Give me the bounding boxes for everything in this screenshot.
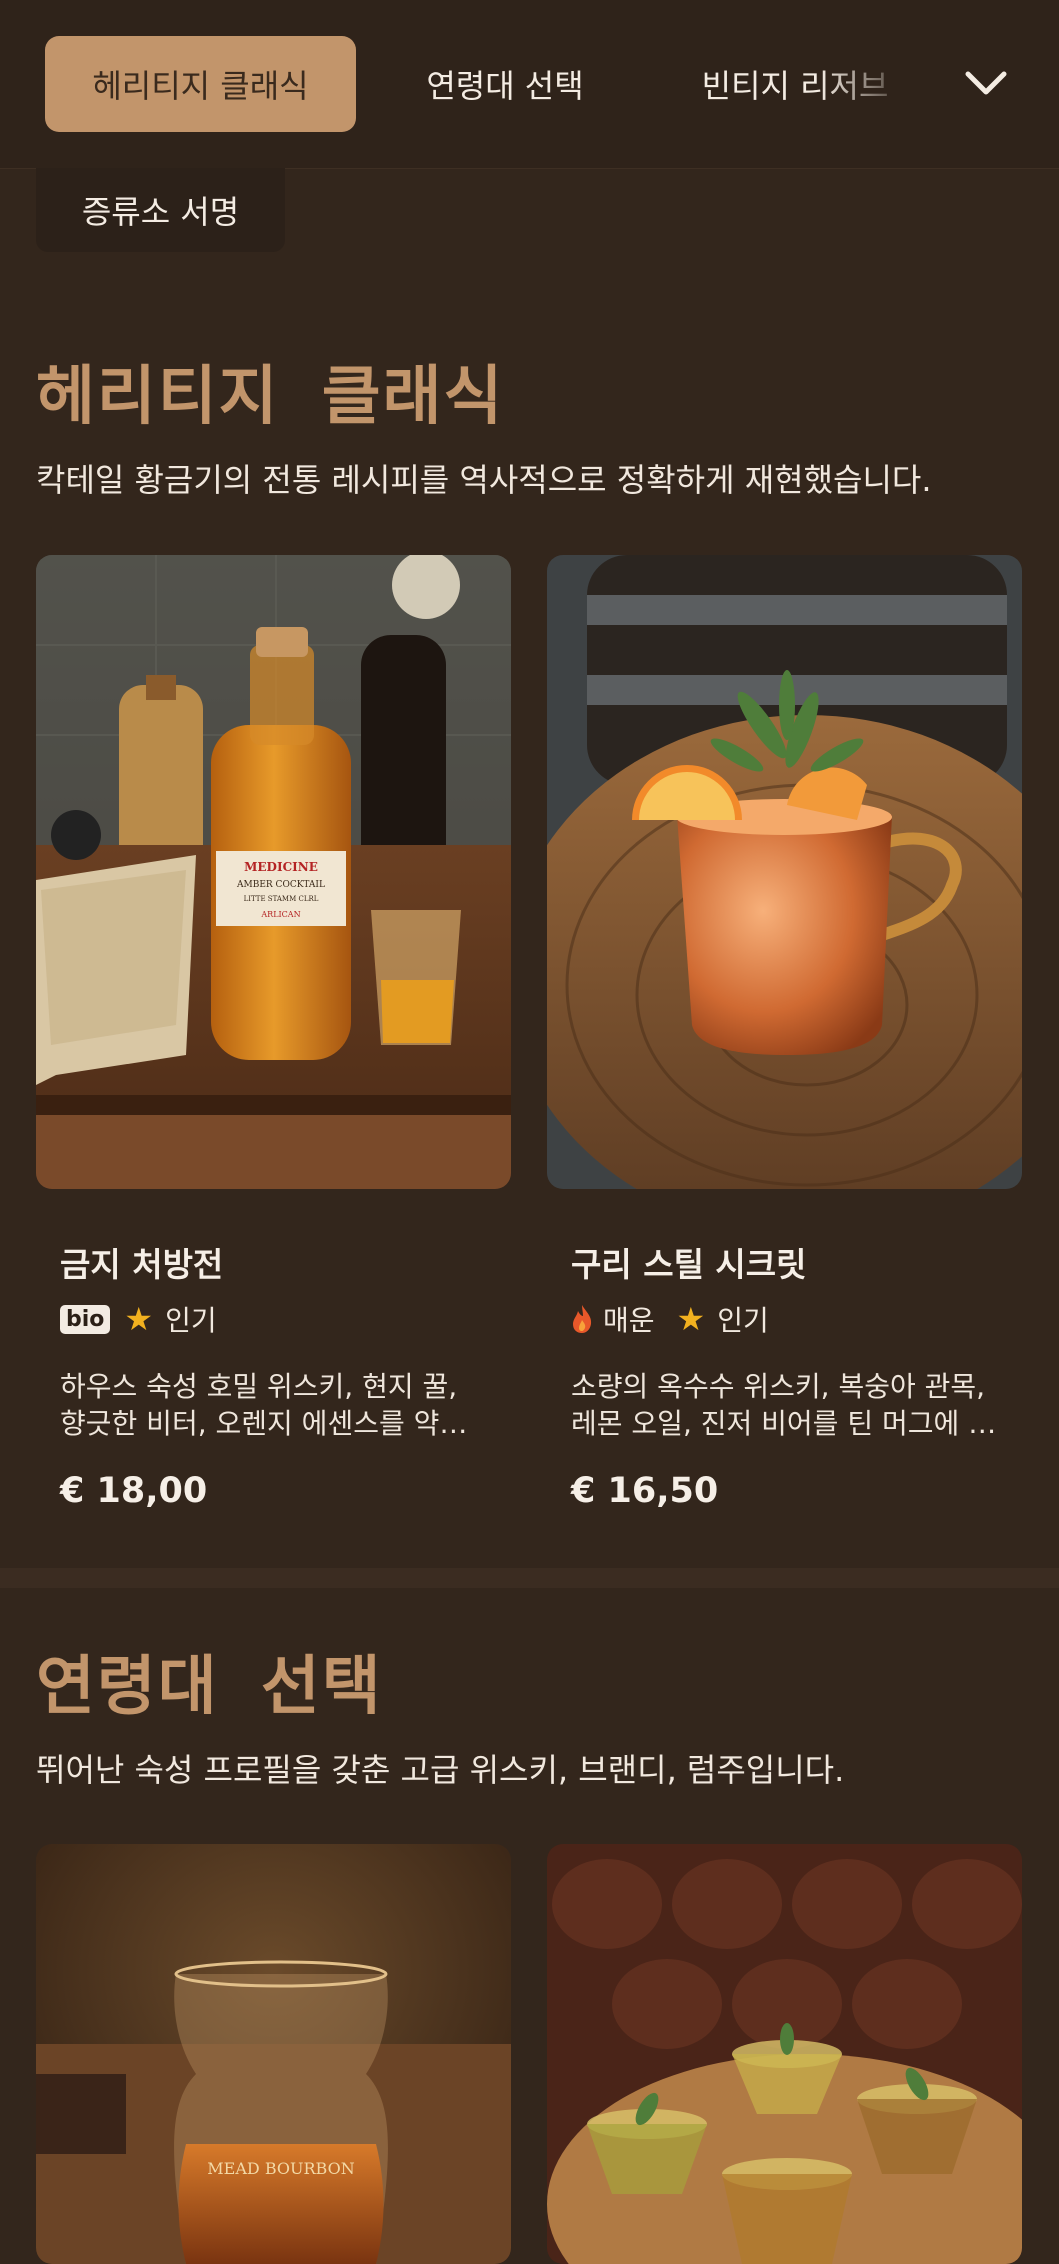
medicine-label-text: AMBER COCKTAIL (236, 880, 325, 890)
section-title: 연령대 선택 (36, 1650, 383, 1724)
menu-item-image[interactable]: MEAD BOURBON (36, 1844, 511, 2264)
menu-item-description: 하우스 숙성 호밀 위스키, 현지 꿀, 향긋한 비터, 오렌지 에센스를 약병… (60, 1370, 466, 1440)
flame-icon (571, 1304, 593, 1334)
tab-fade-overlay (820, 36, 920, 132)
tab-age-selection[interactable]: 연령대 선택 (398, 36, 612, 132)
tag-label: 인기 (165, 1304, 217, 1337)
menu-item-image[interactable] (547, 555, 1022, 1189)
menu-item-tags: 매운 ★ 인기 (571, 1299, 791, 1339)
menu-item-price: € 16,50 (571, 1471, 719, 1511)
menu-item-name[interactable]: 구리 스틸 시크릿 (571, 1238, 807, 1286)
medicine-label-text: LITTE STAMM CLRL (244, 895, 319, 903)
menu-item-image[interactable] (547, 1844, 1022, 2264)
category-tab-bar: 헤리티지 클래식 연령대 선택 빈티지 리저브 (0, 0, 1059, 169)
section-description: 칵테일 황금기의 전통 레시피를 역사적으로 정확하게 재현했습니다. (36, 461, 932, 499)
star-icon: ★ (676, 1300, 706, 1338)
star-icon: ★ (124, 1300, 154, 1338)
tab-heritage-classic[interactable]: 헤리티지 클래식 (45, 36, 356, 132)
chevron-down-icon[interactable] (964, 64, 1008, 104)
menu-item-image[interactable]: MEDICINE AMBER COCKTAIL LITTE STAMM CLRL… (36, 555, 511, 1189)
menu-item-name[interactable]: 금지 처방전 (60, 1238, 223, 1286)
menu-item-price: € 18,00 (60, 1471, 208, 1511)
tab-vintage-reserve[interactable]: 빈티지 리저브 (670, 36, 920, 132)
medicine-label-text: ARLICAN (260, 910, 300, 919)
menu-item-tags: bio ★ 인기 (60, 1299, 239, 1339)
menu-item-description: 소량의 옥수수 위스키, 복숭아 관목, 레몬 오일, 진저 비어를 틴 머그에… (571, 1370, 994, 1440)
tab-distillery-signature[interactable]: 증류소 서명 (36, 168, 285, 252)
tag-label: 인기 (717, 1304, 769, 1337)
glass-label-text: MEAD BOURBON (207, 2159, 354, 2178)
tag-label: 매운 (603, 1304, 655, 1337)
section-divider (0, 1568, 1059, 1588)
bio-badge: bio (60, 1304, 111, 1334)
section-title: 헤리티지 클래식 (36, 360, 505, 434)
medicine-label-text: MEDICINE (244, 860, 318, 874)
section-description: 뛰어난 숙성 프로필을 갖춘 고급 위스키, 브랜디, 럼주입니다. (36, 1751, 845, 1789)
